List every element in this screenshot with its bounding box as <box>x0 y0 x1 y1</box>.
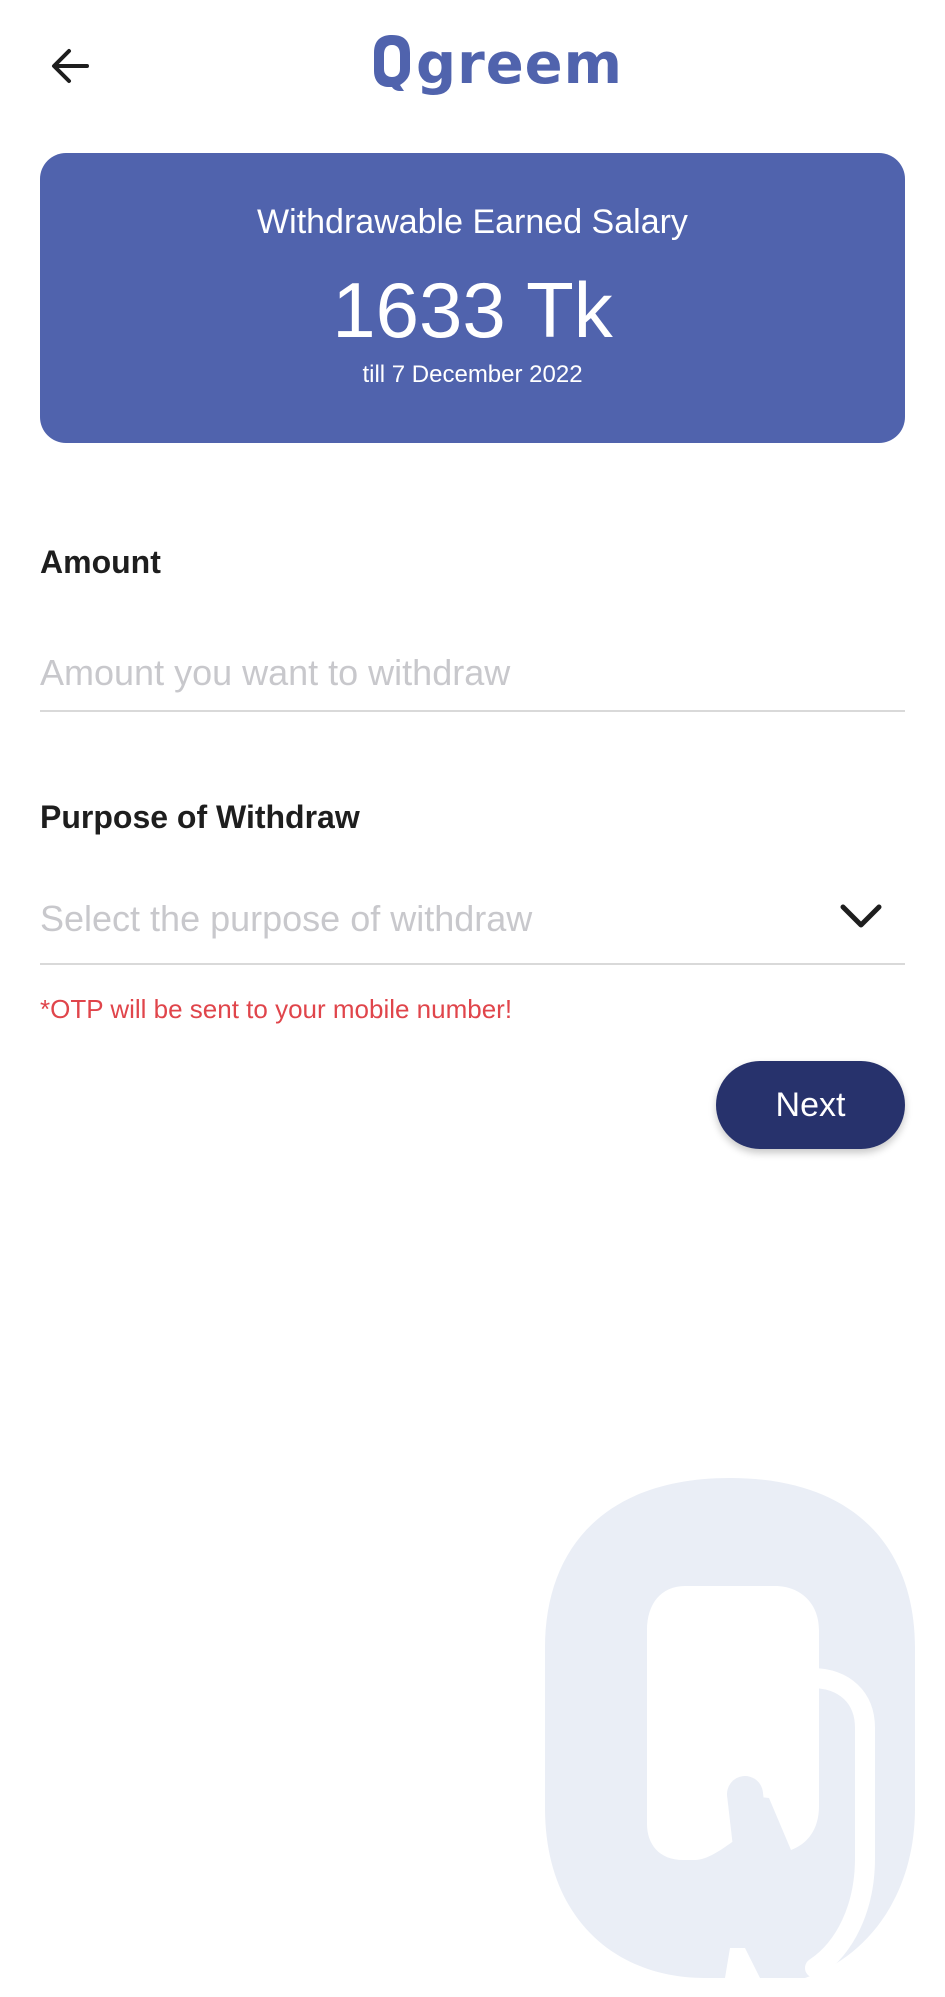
purpose-placeholder: Select the purpose of withdraw <box>40 898 533 939</box>
back-button[interactable] <box>40 36 100 96</box>
next-button[interactable]: Next <box>716 1061 905 1149</box>
watermark-logo-icon <box>545 1478 915 1978</box>
purpose-label: Purpose of Withdraw <box>40 799 360 835</box>
amount-input[interactable] <box>40 620 905 718</box>
balance-amount: 1633 Tk <box>332 266 613 354</box>
balance-title: Withdrawable Earned Salary <box>257 203 688 241</box>
amount-field <box>40 620 905 718</box>
amount-label: Amount <box>40 544 161 580</box>
chevron-down-icon <box>840 904 882 928</box>
balance-card: Withdrawable Earned Salary 1633 Tk till … <box>40 153 905 443</box>
logo-q-mark: Q <box>374 35 410 91</box>
arrow-left-icon <box>52 49 89 83</box>
logo-text: greem <box>416 32 624 97</box>
app-logo: Q greem <box>370 22 623 102</box>
purpose-select[interactable]: Select the purpose of withdraw <box>40 873 905 965</box>
balance-date: till 7 December 2022 <box>362 361 583 388</box>
otp-note: *OTP will be sent to your mobile number! <box>40 994 513 1024</box>
app-header: Q greem <box>0 0 945 130</box>
